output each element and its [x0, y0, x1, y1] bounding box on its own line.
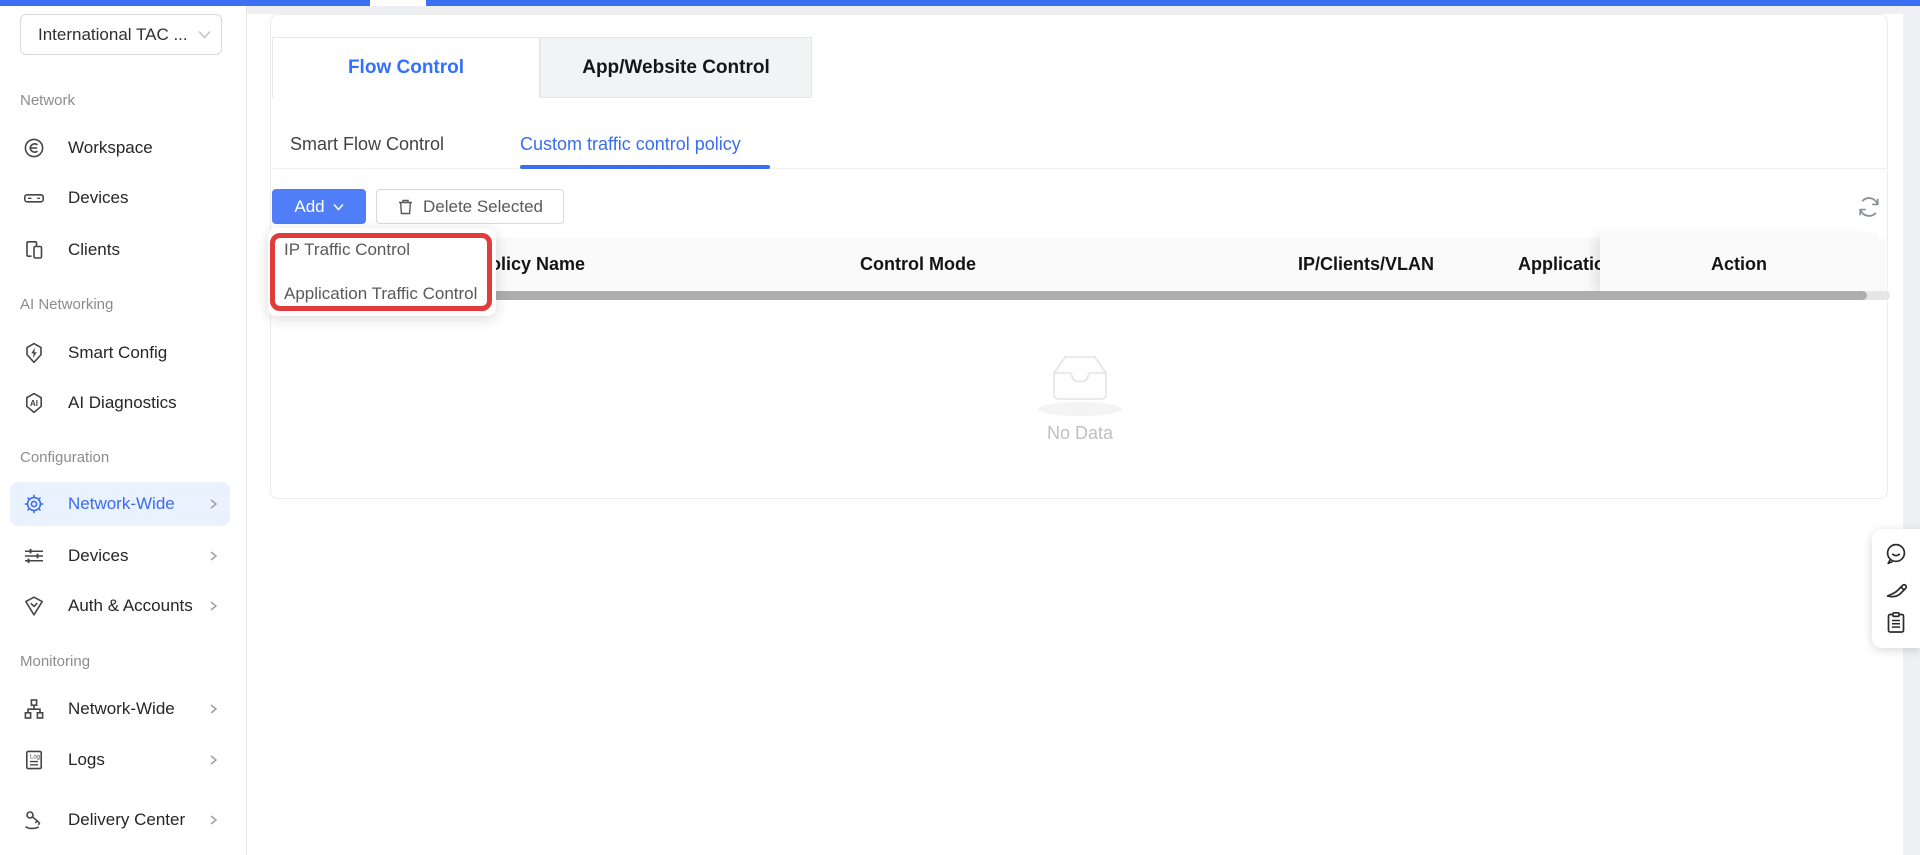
delete-selected-button[interactable]: Delete Selected — [376, 189, 564, 224]
subtab-label: Custom traffic control policy — [520, 134, 741, 154]
table-scrollbar-track[interactable] — [272, 291, 1890, 300]
sidebar-item-ai-diagnostics[interactable]: AI AI Diagnostics — [10, 381, 230, 425]
sidebar-item-label: Smart Config — [68, 343, 220, 363]
svg-text:AI: AI — [30, 399, 38, 408]
column-header-action: Action — [1600, 234, 1878, 294]
subtab-smart-flow-control[interactable]: Smart Flow Control — [290, 131, 444, 157]
sidebar-item-label: Clients — [68, 240, 220, 260]
floating-tools-panel — [1872, 529, 1920, 648]
chevron-down-icon — [333, 203, 344, 211]
subtab-custom-traffic-policy[interactable]: Custom traffic control policy — [520, 131, 741, 157]
sidebar-item-label: Logs — [68, 750, 206, 770]
trash-icon — [397, 198, 414, 216]
chevron-right-icon — [206, 549, 220, 563]
chevron-right-icon — [206, 753, 220, 767]
add-button[interactable]: Add — [272, 189, 366, 224]
svg-text:Log: Log — [30, 755, 40, 761]
sidebar-item-devices[interactable]: Devices — [10, 176, 230, 220]
topology-icon — [22, 697, 46, 721]
column-header-ip-clients-vlan: IP/Clients/VLAN — [1298, 238, 1434, 291]
sidebar-item-label: AI Diagnostics — [68, 393, 220, 413]
sidebar-item-network-wide-config[interactable]: Network-Wide — [10, 482, 230, 526]
device-icon — [22, 186, 46, 210]
gear-icon — [22, 492, 46, 516]
table-scrollbar-thumb[interactable] — [272, 291, 1867, 300]
clients-icon — [22, 238, 46, 262]
key-hand-icon — [22, 808, 46, 832]
subtab-divider — [272, 168, 1886, 169]
empty-state-text: No Data — [990, 423, 1170, 444]
chevron-right-icon — [206, 813, 220, 827]
chevron-right-icon — [206, 497, 220, 511]
sidebar-item-devices-config[interactable]: Devices — [10, 534, 230, 578]
content-top-strip — [247, 6, 1920, 14]
sidebar-item-delivery-center[interactable]: Delivery Center — [10, 798, 230, 842]
section-label-ai-networking: AI Networking — [20, 296, 113, 313]
sidebar-item-label: Auth & Accounts — [68, 596, 206, 616]
chat-support-icon[interactable] — [1883, 541, 1909, 567]
action-column-label: Action — [1711, 254, 1767, 275]
top-bar — [0, 0, 1920, 6]
page-scrollbar-track[interactable] — [1903, 6, 1920, 855]
section-label-monitoring: Monitoring — [20, 653, 90, 670]
sliders-icon — [22, 544, 46, 568]
sidebar-item-auth-accounts[interactable]: Auth & Accounts — [10, 584, 230, 628]
sidebar-item-label: Workspace — [68, 138, 220, 158]
tab-app-website-control[interactable]: App/Website Control — [540, 37, 812, 98]
sidebar: International TAC ... Network Workspace … — [0, 6, 247, 855]
table-empty-state: No Data — [990, 348, 1170, 444]
sidebar-item-smart-config[interactable]: Smart Config — [10, 331, 230, 375]
delete-button-label: Delete Selected — [423, 197, 543, 217]
menu-item-ip-traffic-control[interactable]: IP Traffic Control — [268, 228, 496, 272]
menu-item-application-traffic-control[interactable]: Application Traffic Control — [268, 272, 496, 316]
add-dropdown-menu: IP Traffic Control Application Traffic C… — [268, 228, 496, 316]
section-label-network: Network — [20, 92, 75, 109]
refresh-icon[interactable] — [1856, 194, 1882, 220]
sidebar-item-label: Devices — [68, 188, 220, 208]
write-feedback-icon[interactable] — [1883, 575, 1909, 601]
ai-diagnostics-icon: AI — [22, 391, 46, 415]
subtab-label: Smart Flow Control — [290, 134, 444, 154]
subtab-active-underline — [520, 165, 770, 169]
section-label-configuration: Configuration — [20, 449, 109, 466]
screen: International TAC ... Network Workspace … — [0, 0, 1920, 855]
workspace-icon — [22, 136, 46, 160]
org-selector-label: International TAC ... — [38, 25, 198, 45]
sidebar-item-workspace[interactable]: Workspace — [10, 126, 230, 170]
smart-config-icon — [22, 341, 46, 365]
sidebar-item-clients[interactable]: Clients — [10, 228, 230, 272]
column-header-control-mode: Control Mode — [860, 238, 976, 291]
sidebar-item-logs[interactable]: Log Logs — [10, 738, 230, 782]
shield-icon — [22, 594, 46, 618]
sidebar-item-label: Devices — [68, 546, 206, 566]
sidebar-item-label: Delivery Center — [68, 810, 206, 830]
tab-flow-control[interactable]: Flow Control — [272, 37, 540, 98]
tab-label: App/Website Control — [582, 57, 770, 79]
tab-label: Flow Control — [348, 57, 464, 79]
empty-icon-shadow — [1038, 402, 1122, 416]
empty-box-icon — [1044, 348, 1116, 404]
chevron-right-icon — [206, 599, 220, 613]
chevron-right-icon — [206, 702, 220, 716]
logs-icon: Log — [22, 748, 46, 772]
clipboard-list-icon[interactable] — [1883, 610, 1909, 636]
sidebar-item-label: Network-Wide — [68, 699, 206, 719]
org-selector[interactable]: International TAC ... — [20, 14, 222, 55]
sidebar-item-network-wide-monitoring[interactable]: Network-Wide — [10, 687, 230, 731]
add-button-label: Add — [294, 197, 324, 217]
top-bar-active-tab-gap — [370, 0, 426, 6]
chevron-down-icon — [198, 30, 211, 39]
sidebar-item-label: Network-Wide — [68, 494, 206, 514]
